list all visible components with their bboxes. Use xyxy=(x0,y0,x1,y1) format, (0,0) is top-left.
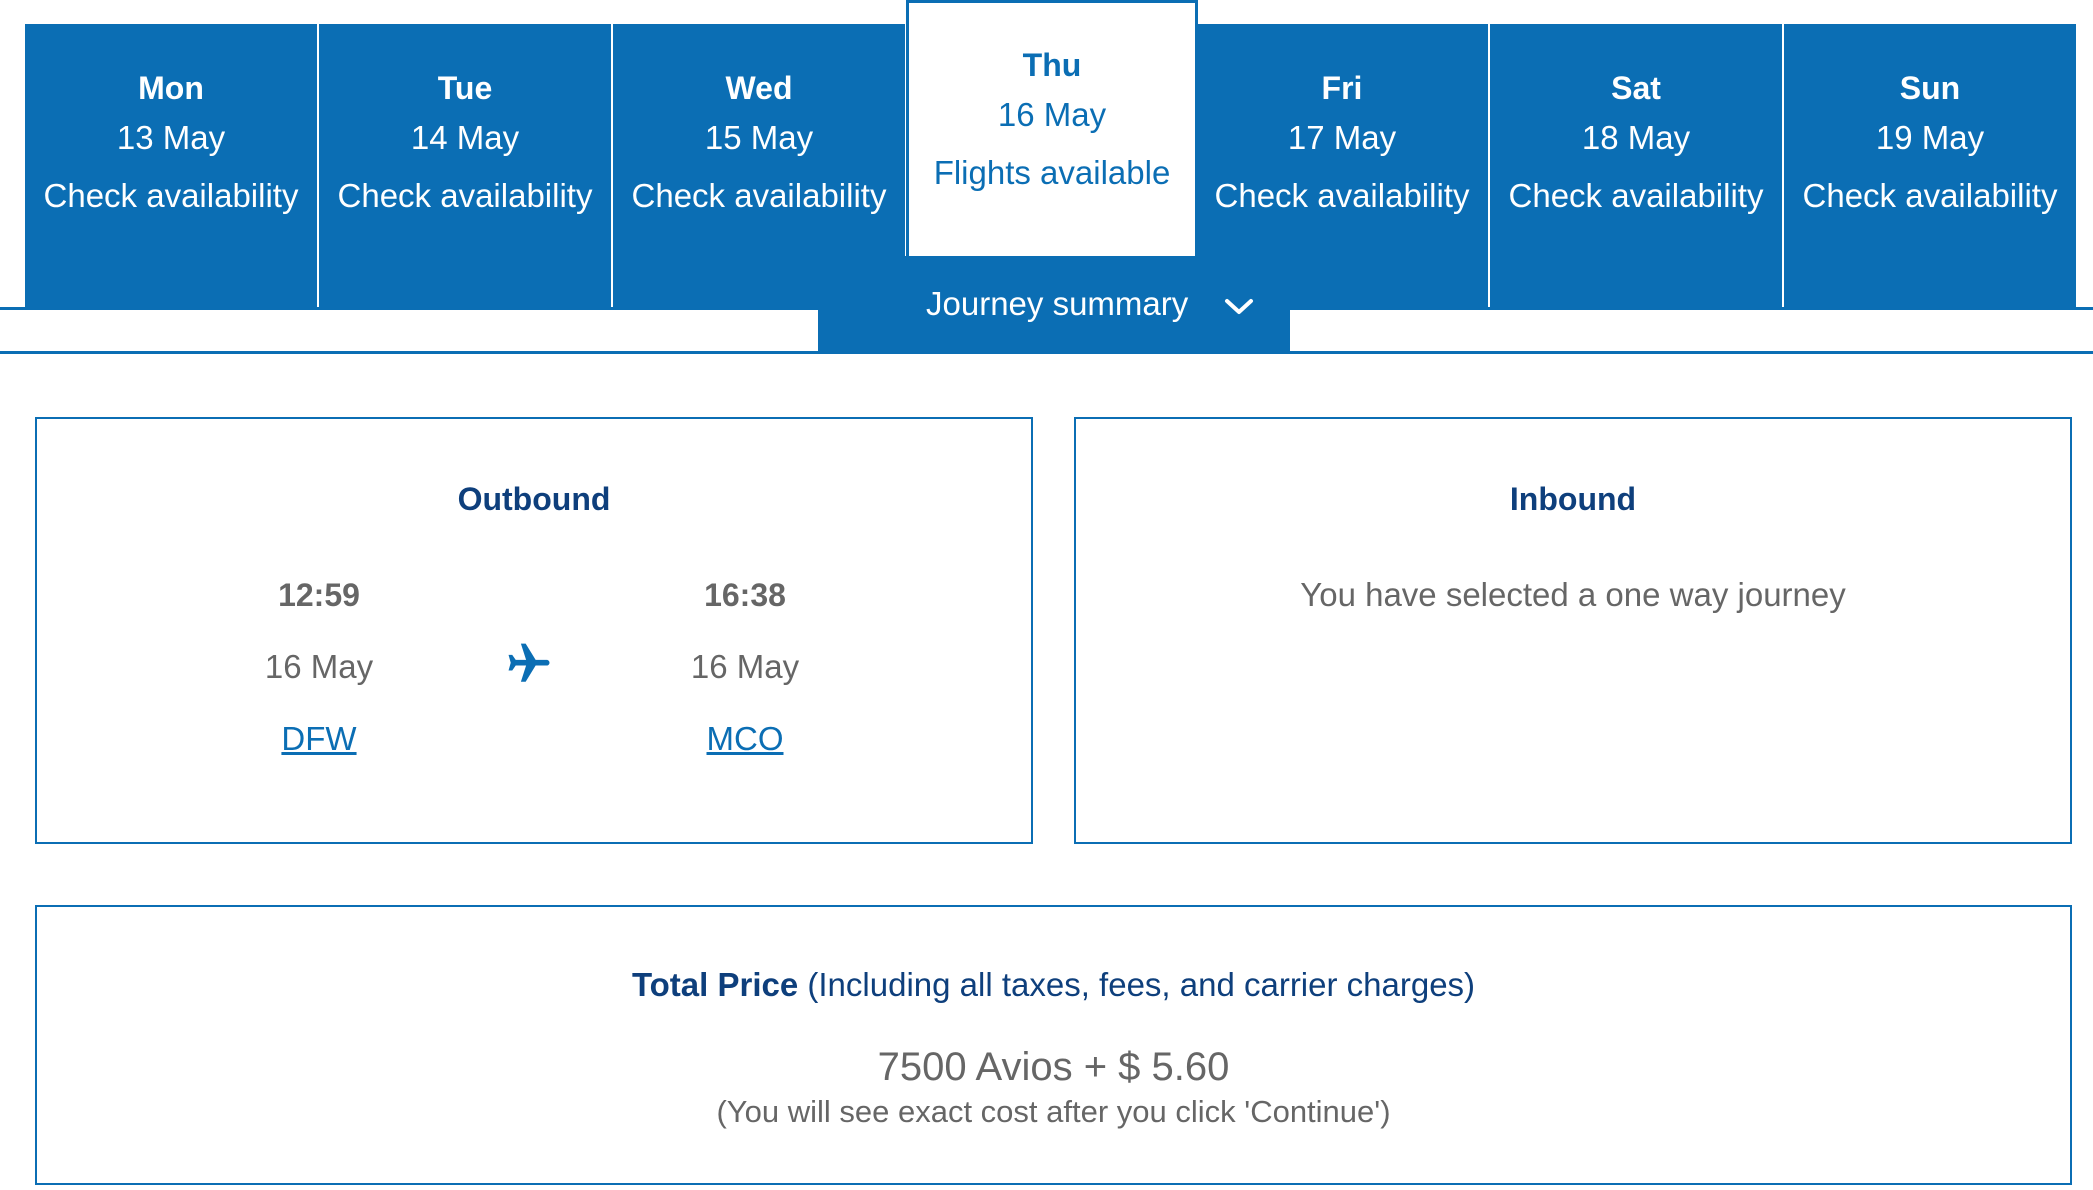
day-status: Check availability xyxy=(1214,177,1470,214)
total-price-note: (You will see exact cost after you click… xyxy=(716,1094,1391,1129)
departure-time: 12:59 xyxy=(278,577,360,613)
day-tab-tue[interactable]: Tue 14 May Check availability xyxy=(319,24,611,308)
day-date: 17 May xyxy=(1287,119,1397,156)
plane-icon xyxy=(508,643,550,682)
arrival-segment: 16:38 16 May MCO xyxy=(635,575,855,765)
chevron-down-icon xyxy=(1225,299,1253,314)
journey-summary-label: Journey summary xyxy=(926,285,1189,322)
day-status: Check availability xyxy=(1508,177,1764,214)
one-way-message: You have selected a one way journey xyxy=(1300,576,1846,613)
inbound-card: Inbound You have selected a one way jour… xyxy=(1074,417,2072,844)
day-date: 19 May xyxy=(1875,119,1985,156)
inbound-title: Inbound xyxy=(1509,481,1637,517)
departure-segment: 12:59 16 May DFW xyxy=(209,575,429,765)
day-name: Tue xyxy=(437,70,493,106)
day-date: 15 May xyxy=(704,119,814,156)
day-name: Thu xyxy=(1022,47,1082,83)
day-tab-mon[interactable]: Mon 13 May Check availability xyxy=(25,24,317,308)
day-status: Flights available xyxy=(933,154,1171,191)
day-status: Check availability xyxy=(1802,177,2058,214)
day-status: Check availability xyxy=(631,177,887,214)
day-tab-thu-selected[interactable]: Thu 16 May Flights available xyxy=(906,0,1198,256)
journey-summary-toggle[interactable]: Journey summary xyxy=(818,256,1290,354)
outbound-title: Outbound xyxy=(457,481,611,517)
day-name: Sun xyxy=(1899,70,1961,106)
total-price-card: Total Price (Including all taxes, fees, … xyxy=(35,905,2072,1185)
arrival-date: 16 May xyxy=(690,648,800,685)
day-tab-sun[interactable]: Sun 19 May Check availability xyxy=(1784,24,2076,308)
day-name: Fri xyxy=(1321,70,1363,106)
arrival-airport-link[interactable]: MCO xyxy=(635,719,855,759)
day-name: Mon xyxy=(138,70,204,106)
total-price-title: Total Price xyxy=(631,966,799,1003)
day-name: Sat xyxy=(1611,70,1661,106)
arrival-time: 16:38 xyxy=(704,577,786,613)
day-tab-sat[interactable]: Sat 18 May Check availability xyxy=(1490,24,1782,308)
total-price-inline-note: (Including all taxes, fees, and carrier … xyxy=(807,966,1476,1003)
total-price-heading: Total Price (Including all taxes, fees, … xyxy=(37,965,2070,1005)
total-price-amount: 7500 Avios + $ 5.60 xyxy=(877,1045,1230,1089)
outbound-card: Outbound 12:59 16 May DFW 16:38 16 May M… xyxy=(35,417,1033,844)
day-name: Wed xyxy=(725,70,793,106)
day-date: 18 May xyxy=(1581,119,1691,156)
day-status: Check availability xyxy=(337,177,593,214)
departure-airport-link[interactable]: DFW xyxy=(209,719,429,759)
day-date: 13 May xyxy=(116,119,226,156)
day-date: 14 May xyxy=(410,119,520,156)
day-status: Check availability xyxy=(43,177,299,214)
day-date: 16 May xyxy=(997,96,1107,133)
departure-date: 16 May xyxy=(264,648,374,685)
